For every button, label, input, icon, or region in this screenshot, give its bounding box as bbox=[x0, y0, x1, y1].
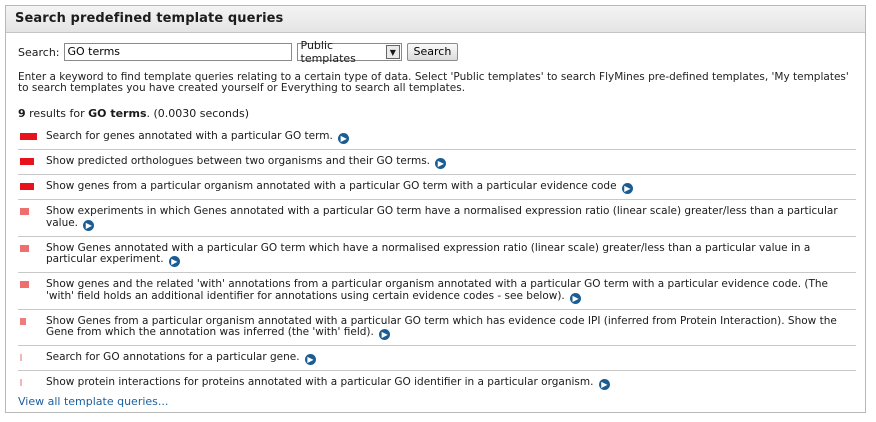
result-description: Show Genes from a particular organism an… bbox=[46, 314, 837, 338]
result-description: Show genes from a particular organism an… bbox=[46, 180, 617, 192]
relevance-score-bar bbox=[20, 183, 34, 190]
relevance-score-bar bbox=[20, 317, 26, 325]
result-item: Show experiments in which Genes annotate… bbox=[18, 200, 856, 237]
results-summary: 9 results for GO terms. (0.0030 seconds) bbox=[18, 107, 249, 120]
panel-title: Search predefined template queries bbox=[6, 6, 865, 33]
relevance-score-bar bbox=[20, 208, 29, 215]
arrow-circle-icon[interactable]: ▶ bbox=[570, 292, 582, 304]
arrow-circle-icon[interactable]: ▶ bbox=[435, 158, 447, 169]
search-label: Search: bbox=[18, 45, 60, 59]
arrow-circle-icon[interactable]: ▶ bbox=[621, 183, 633, 194]
results-time: . (0.0030 seconds) bbox=[146, 107, 250, 120]
results-count: 9 bbox=[18, 107, 26, 120]
result-description: Show Genes annotated with a particular G… bbox=[46, 241, 811, 265]
result-description: Search for GO annotations for a particul… bbox=[46, 351, 300, 363]
result-description: Show predicted orthologues between two o… bbox=[46, 155, 431, 167]
result-description: Show experiments in which Genes annotate… bbox=[46, 205, 838, 229]
search-button[interactable]: Search bbox=[406, 43, 459, 61]
result-item: Show predicted orthologues between two o… bbox=[18, 150, 856, 175]
relevance-score-bar bbox=[20, 354, 22, 361]
result-item: Show Genes from a particular organism an… bbox=[18, 310, 856, 346]
arrow-circle-icon[interactable]: ▶ bbox=[83, 219, 95, 231]
result-description: Search for genes annotated with a partic… bbox=[46, 130, 333, 142]
result-description: Show protein interactions for proteins a… bbox=[46, 376, 594, 388]
dropdown-arrow-icon[interactable]: ▼ bbox=[386, 45, 400, 59]
relevance-score-bar bbox=[20, 244, 29, 252]
relevance-score-bar bbox=[20, 379, 22, 386]
view-all-templates-link[interactable]: View all template queries... bbox=[18, 395, 168, 408]
result-description: Show genes and the related 'with' annota… bbox=[46, 278, 828, 302]
relevance-score-bar bbox=[20, 281, 29, 288]
arrow-circle-icon[interactable]: ▶ bbox=[379, 329, 391, 340]
relevance-score-bar bbox=[20, 158, 34, 165]
result-item: Show protein interactions for proteins a… bbox=[18, 371, 856, 395]
result-item: Search for genes annotated with a partic… bbox=[18, 125, 856, 150]
result-item: Show Genes annotated with a particular G… bbox=[18, 237, 856, 273]
results-query: GO terms bbox=[88, 107, 147, 120]
template-scope-select[interactable]: Public templates ▼ bbox=[296, 39, 402, 65]
result-item: Show genes from a particular organism an… bbox=[18, 175, 856, 200]
template-scope-selected: Public templates bbox=[300, 39, 356, 65]
template-search-panel: Search predefined template queries Searc… bbox=[5, 5, 866, 413]
arrow-circle-icon[interactable]: ▶ bbox=[338, 133, 350, 144]
results-list: Search for genes annotated with a partic… bbox=[18, 125, 856, 395]
results-text: results for bbox=[25, 107, 89, 120]
relevance-score-bar bbox=[20, 133, 37, 140]
arrow-circle-icon[interactable]: ▶ bbox=[598, 379, 610, 390]
search-form: Search: Public templates ▼ Search bbox=[18, 39, 459, 65]
search-input[interactable] bbox=[63, 43, 292, 61]
arrow-circle-icon[interactable]: ▶ bbox=[304, 354, 316, 365]
arrow-circle-icon[interactable]: ▶ bbox=[168, 256, 180, 267]
search-description: Enter a keyword to find template queries… bbox=[18, 71, 849, 94]
result-item: Show genes and the related 'with' annota… bbox=[18, 273, 856, 310]
result-item: Search for GO annotations for a particul… bbox=[18, 346, 856, 371]
